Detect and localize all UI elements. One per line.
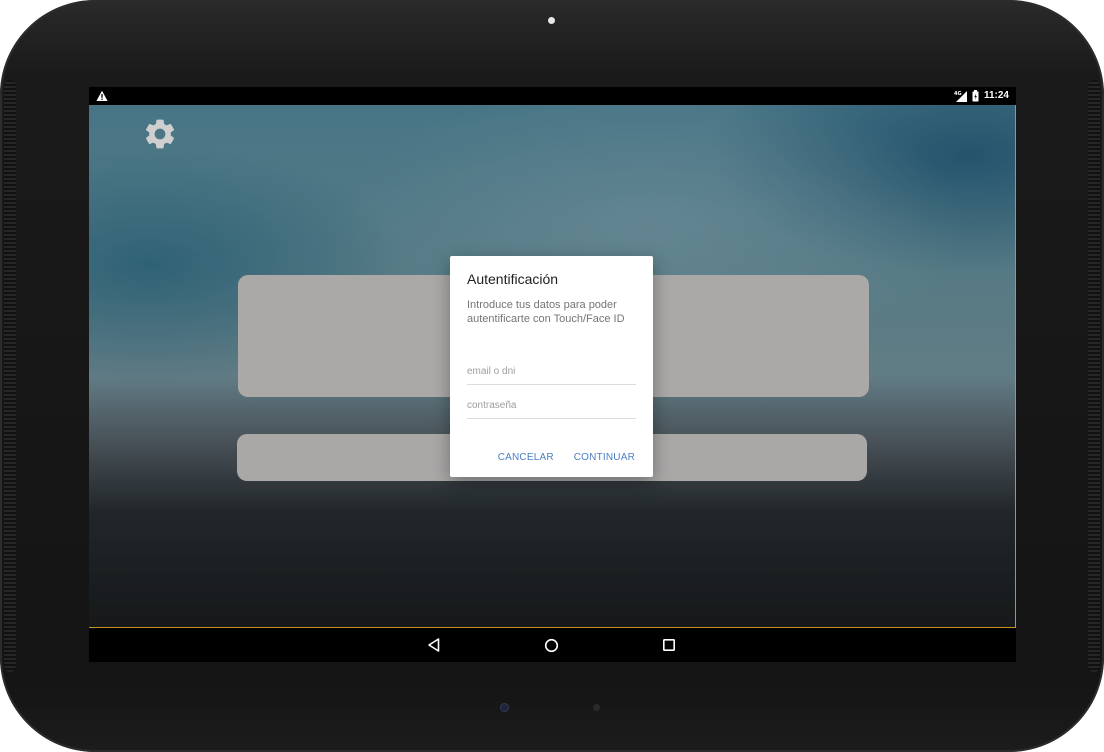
status-bar: 4G 11:24 bbox=[89, 87, 1016, 105]
navigation-bar bbox=[89, 628, 1016, 662]
proximity-sensor bbox=[593, 704, 600, 711]
password-field[interactable] bbox=[467, 397, 636, 419]
back-triangle-icon[interactable] bbox=[426, 637, 442, 653]
email-field[interactable] bbox=[467, 363, 636, 385]
front-camera bbox=[548, 17, 555, 24]
signal-icon: 4G bbox=[954, 91, 967, 102]
network-type-label: 4G bbox=[954, 91, 962, 97]
status-time: 11:24 bbox=[983, 90, 1009, 101]
warning-icon bbox=[96, 90, 108, 101]
dialog-title: Autentificación bbox=[467, 271, 559, 287]
left-speaker-grille bbox=[4, 80, 16, 672]
device-screen: 4G 11:24 Autentificación Introduce tus d… bbox=[89, 87, 1016, 662]
home-circle-icon[interactable] bbox=[544, 638, 559, 653]
tablet-device: 4G 11:24 Autentificación Introduce tus d… bbox=[0, 0, 1104, 752]
cancel-button[interactable]: CANCELAR bbox=[498, 452, 554, 463]
battery-icon bbox=[972, 90, 979, 102]
right-speaker-grille bbox=[1088, 80, 1100, 672]
authentication-dialog: Autentificación Introduce tus datos para… bbox=[450, 256, 653, 477]
status-indicators: 4G 11:24 bbox=[954, 89, 1009, 103]
recents-square-icon[interactable] bbox=[662, 638, 676, 652]
gear-icon[interactable] bbox=[142, 116, 178, 152]
continue-button[interactable]: CONTINUAR bbox=[574, 452, 635, 463]
app-content-area: Autentificación Introduce tus datos para… bbox=[89, 105, 1016, 628]
dialog-actions: CANCELAR CONTINUAR bbox=[498, 452, 635, 463]
dialog-message: Introduce tus datos para poder autentifi… bbox=[467, 299, 625, 325]
light-sensor bbox=[500, 703, 509, 712]
